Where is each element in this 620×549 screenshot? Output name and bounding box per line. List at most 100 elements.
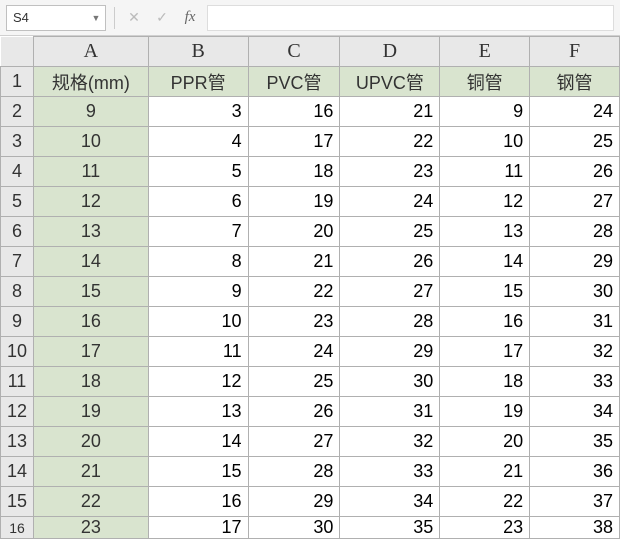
- cell[interactable]: 34: [530, 397, 620, 427]
- cell[interactable]: 10: [33, 127, 148, 157]
- cell[interactable]: 32: [340, 427, 440, 457]
- cell[interactable]: 19: [440, 397, 530, 427]
- cell[interactable]: 16: [33, 307, 148, 337]
- row-header[interactable]: 2: [1, 97, 34, 127]
- col-header-D[interactable]: D: [340, 37, 440, 67]
- cell[interactable]: 12: [148, 367, 248, 397]
- cell[interactable]: 15: [440, 277, 530, 307]
- cell[interactable]: 27: [530, 187, 620, 217]
- row-header[interactable]: 7: [1, 247, 34, 277]
- cell[interactable]: 17: [248, 127, 340, 157]
- cell[interactable]: UPVC管: [340, 67, 440, 97]
- cell[interactable]: 17: [33, 337, 148, 367]
- cell[interactable]: 5: [148, 157, 248, 187]
- cell[interactable]: 30: [340, 367, 440, 397]
- row-header[interactable]: 5: [1, 187, 34, 217]
- cell[interactable]: 11: [148, 337, 248, 367]
- cell[interactable]: 35: [530, 427, 620, 457]
- row-header[interactable]: 8: [1, 277, 34, 307]
- cell[interactable]: 11: [440, 157, 530, 187]
- cell[interactable]: 22: [340, 127, 440, 157]
- cell[interactable]: 37: [530, 487, 620, 517]
- cell[interactable]: 28: [530, 217, 620, 247]
- cell[interactable]: 规格(mm): [33, 67, 148, 97]
- cell[interactable]: 9: [33, 97, 148, 127]
- cell[interactable]: 14: [33, 247, 148, 277]
- name-box[interactable]: S4 ▼: [6, 5, 106, 31]
- cell[interactable]: 20: [440, 427, 530, 457]
- cell[interactable]: 35: [340, 517, 440, 539]
- cell[interactable]: 9: [440, 97, 530, 127]
- cell[interactable]: 26: [340, 247, 440, 277]
- cell[interactable]: 36: [530, 457, 620, 487]
- cell[interactable]: 3: [148, 97, 248, 127]
- row-header[interactable]: 12: [1, 397, 34, 427]
- cell[interactable]: 17: [440, 337, 530, 367]
- cell[interactable]: 26: [530, 157, 620, 187]
- cell[interactable]: 22: [440, 487, 530, 517]
- row-header[interactable]: 14: [1, 457, 34, 487]
- cell[interactable]: 钢管: [530, 67, 620, 97]
- cell[interactable]: 24: [248, 337, 340, 367]
- cell[interactable]: 21: [340, 97, 440, 127]
- row-header[interactable]: 10: [1, 337, 34, 367]
- cell[interactable]: PPR管: [148, 67, 248, 97]
- cell[interactable]: 10: [148, 307, 248, 337]
- select-all-corner[interactable]: [1, 37, 34, 67]
- col-header-E[interactable]: E: [440, 37, 530, 67]
- cell[interactable]: 15: [148, 457, 248, 487]
- cell[interactable]: 25: [340, 217, 440, 247]
- cell[interactable]: 29: [530, 247, 620, 277]
- formula-input[interactable]: [207, 5, 614, 31]
- cell[interactable]: 25: [248, 367, 340, 397]
- cell[interactable]: 29: [340, 337, 440, 367]
- cell[interactable]: 19: [248, 187, 340, 217]
- cell[interactable]: 22: [248, 277, 340, 307]
- row-header[interactable]: 4: [1, 157, 34, 187]
- cell[interactable]: 19: [33, 397, 148, 427]
- cell[interactable]: 13: [148, 397, 248, 427]
- cell[interactable]: 33: [530, 367, 620, 397]
- cell[interactable]: 11: [33, 157, 148, 187]
- cell[interactable]: 16: [248, 97, 340, 127]
- cell[interactable]: 25: [530, 127, 620, 157]
- row-header[interactable]: 15: [1, 487, 34, 517]
- cell[interactable]: 16: [440, 307, 530, 337]
- cell[interactable]: 27: [340, 277, 440, 307]
- cell[interactable]: 9: [148, 277, 248, 307]
- row-header[interactable]: 9: [1, 307, 34, 337]
- cell[interactable]: 8: [148, 247, 248, 277]
- cell[interactable]: 33: [340, 457, 440, 487]
- cell[interactable]: 26: [248, 397, 340, 427]
- cell[interactable]: 23: [33, 517, 148, 539]
- cell[interactable]: 18: [33, 367, 148, 397]
- cell[interactable]: 21: [248, 247, 340, 277]
- spreadsheet-grid[interactable]: A B C D E F 1 规格(mm) PPR管 PVC管 UPVC管 铜管 …: [0, 36, 620, 539]
- row-header[interactable]: 11: [1, 367, 34, 397]
- cell[interactable]: 32: [530, 337, 620, 367]
- row-header[interactable]: 13: [1, 427, 34, 457]
- cell[interactable]: 24: [340, 187, 440, 217]
- cell[interactable]: 15: [33, 277, 148, 307]
- cell[interactable]: 31: [340, 397, 440, 427]
- cell[interactable]: 14: [148, 427, 248, 457]
- cell[interactable]: 17: [148, 517, 248, 539]
- cell[interactable]: 6: [148, 187, 248, 217]
- col-header-A[interactable]: A: [33, 37, 148, 67]
- cell[interactable]: 29: [248, 487, 340, 517]
- cell[interactable]: 18: [440, 367, 530, 397]
- cell[interactable]: 7: [148, 217, 248, 247]
- cell[interactable]: 34: [340, 487, 440, 517]
- cell[interactable]: 23: [248, 307, 340, 337]
- row-header[interactable]: 6: [1, 217, 34, 247]
- cell[interactable]: 18: [248, 157, 340, 187]
- cell[interactable]: 16: [148, 487, 248, 517]
- col-header-C[interactable]: C: [248, 37, 340, 67]
- cell[interactable]: 24: [530, 97, 620, 127]
- cell[interactable]: 13: [440, 217, 530, 247]
- cell[interactable]: 28: [340, 307, 440, 337]
- cell[interactable]: 12: [440, 187, 530, 217]
- cell[interactable]: 20: [248, 217, 340, 247]
- cell[interactable]: 31: [530, 307, 620, 337]
- cell[interactable]: 10: [440, 127, 530, 157]
